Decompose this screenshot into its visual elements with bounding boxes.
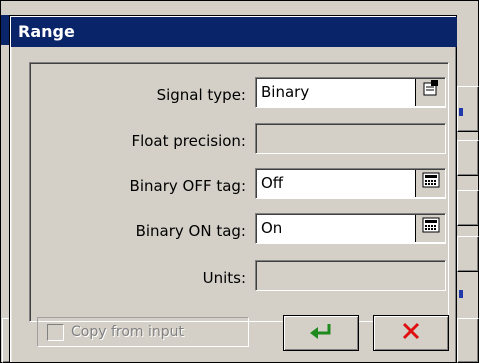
signal-type-value: Binary	[261, 83, 310, 101]
float-precision-label: Float precision:	[131, 132, 246, 150]
binary-off-tag-value: Off	[261, 174, 284, 192]
keyboard-icon	[422, 169, 440, 198]
ok-button[interactable]	[283, 315, 359, 351]
background-button-3[interactable]	[457, 190, 479, 226]
signal-type-button[interactable]	[415, 79, 445, 106]
cancel-button[interactable]	[373, 315, 449, 351]
background-button-4[interactable]	[457, 236, 479, 272]
range-dialog: Range Signal type: Binary Float precisio…	[9, 15, 457, 363]
units-label: Units:	[202, 269, 246, 287]
units-field	[255, 260, 446, 291]
binary-off-keyboard-button[interactable]	[415, 170, 445, 197]
copy-from-input-box	[47, 323, 64, 341]
binary-on-tag-label: Binary ON tag:	[135, 222, 246, 240]
background-marker-1	[459, 108, 463, 116]
binary-off-tag-label: Binary OFF tag:	[129, 177, 246, 195]
copy-from-input-checkbox: Copy from input	[37, 317, 249, 347]
background-button-2[interactable]	[457, 140, 479, 176]
properties-icon	[422, 78, 440, 107]
background-marker-2	[459, 290, 463, 298]
binary-on-tag-value: On	[261, 219, 283, 237]
signal-type-combobox[interactable]: Binary	[255, 77, 446, 108]
copy-from-input-label: Copy from input	[71, 324, 185, 340]
close-x-icon	[400, 320, 422, 346]
signal-type-label: Signal type:	[156, 86, 246, 104]
binary-on-keyboard-button[interactable]	[415, 215, 445, 242]
enter-arrow-icon	[307, 321, 335, 345]
binary-on-tag-field[interactable]: On	[255, 213, 446, 244]
dialog-title: Range	[11, 17, 457, 47]
float-precision-field	[255, 123, 446, 154]
keyboard-icon	[422, 214, 440, 243]
background-button-5[interactable]	[457, 318, 479, 363]
binary-off-tag-field[interactable]: Off	[255, 168, 446, 199]
